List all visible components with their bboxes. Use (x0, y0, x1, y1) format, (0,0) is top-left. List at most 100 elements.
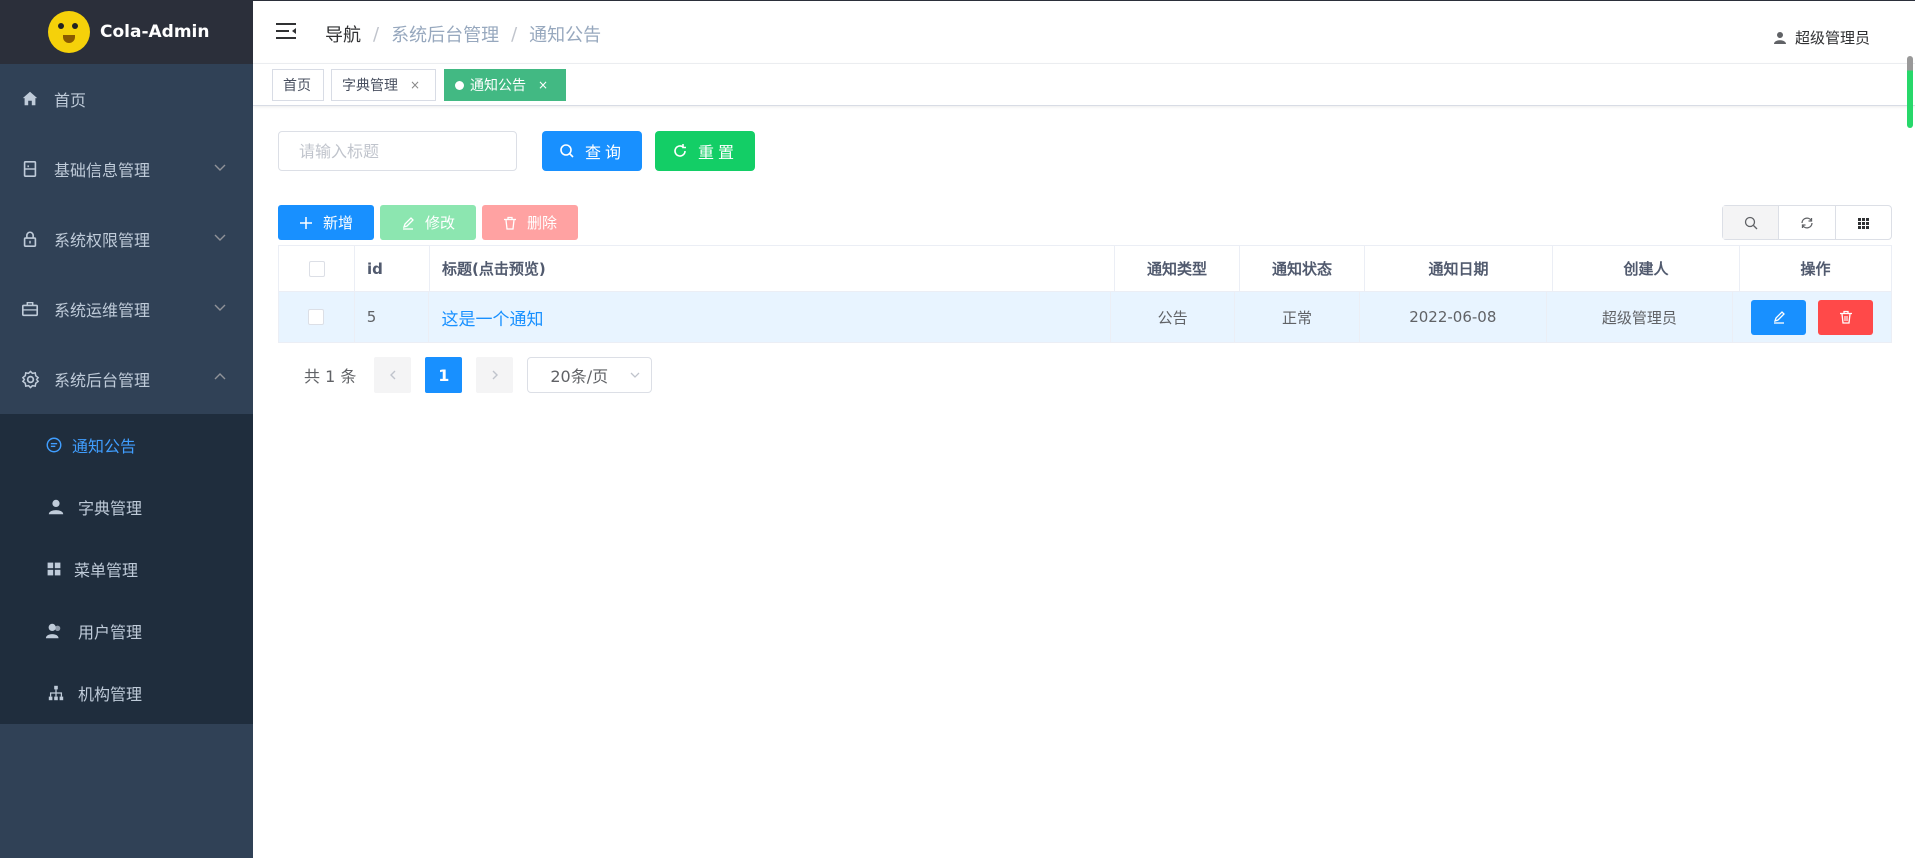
users-icon (44, 621, 64, 641)
user-menu[interactable]: 超级管理员 (1773, 27, 1870, 48)
table-row[interactable]: 5 这是一个通知 公告 正常 2022-06-08 超级管理员 (279, 292, 1891, 342)
pagination-total: 共 1 条 (304, 367, 357, 386)
sidebar-item-dict[interactable]: 字典管理 (0, 476, 253, 538)
header-status: 通知状态 (1240, 246, 1365, 291)
user-name: 超级管理员 (1794, 29, 1870, 47)
header-id: id (355, 246, 430, 291)
header-date: 通知日期 (1365, 246, 1553, 291)
sidebar-item-label: 系统后台管理 (54, 371, 151, 390)
refresh-table-button[interactable] (1779, 206, 1836, 239)
header-type: 通知类型 (1115, 246, 1240, 291)
chevron-up-icon (214, 373, 226, 380)
toggle-search-button[interactable] (1723, 206, 1780, 239)
menu-fold-icon[interactable] (275, 21, 297, 41)
sidebar-item-label: 系统运维管理 (54, 301, 151, 320)
chevron-down-icon (214, 304, 226, 311)
columns-button[interactable] (1836, 206, 1891, 239)
edit-icon (402, 216, 414, 230)
sidebar-item-backend[interactable]: 系统后台管理 (0, 344, 253, 414)
page-size-select[interactable]: 20条/页 (527, 357, 653, 393)
submenu-backend: 通知公告 字典管理 菜单管理 用户管理 机构管理 (0, 414, 253, 724)
search-icon (1744, 216, 1758, 229)
breadcrumb-item[interactable]: 系统后台管理 (391, 21, 499, 47)
cell-status: 正常 (1235, 292, 1360, 342)
breadcrumb: 导航 / 系统后台管理 / 通知公告 (325, 21, 601, 47)
delete-button[interactable]: 删除 (482, 205, 578, 240)
grid-icon (1858, 217, 1870, 229)
add-button[interactable]: 新增 (278, 205, 374, 240)
trash-icon (503, 216, 516, 230)
chevron-down-icon (214, 234, 226, 241)
row-checkbox[interactable] (308, 309, 325, 325)
header-checkbox-cell (279, 246, 355, 291)
close-icon[interactable]: × (410, 78, 420, 92)
header-ops: 操作 (1800, 260, 1831, 278)
brand[interactable]: Cola-Admin (0, 0, 253, 64)
search-icon (560, 144, 574, 158)
header-creator: 创建人 (1553, 246, 1740, 291)
row-edit-button[interactable] (1751, 299, 1806, 335)
plus-icon (299, 216, 312, 229)
breadcrumb-item[interactable]: 导航 (325, 21, 361, 47)
user-icon (1773, 31, 1786, 44)
sidebar-item-label: 基础信息管理 (54, 161, 151, 180)
tag-label: 字典管理 (342, 78, 398, 94)
reset-button[interactable]: 重置 (655, 131, 755, 171)
sidebar-item-label: 机构管理 (78, 685, 143, 704)
scrollbar-thumb[interactable] (1907, 56, 1913, 128)
refresh-icon (674, 144, 686, 157)
sidebar-item-label: 字典管理 (78, 499, 143, 518)
sidebar-item-permissions[interactable]: 系统权限管理 (0, 204, 253, 274)
brand-name: Cola-Admin (100, 22, 210, 42)
breadcrumb-separator: / (373, 23, 380, 45)
document-icon (20, 159, 40, 179)
row-delete-button[interactable] (1818, 299, 1873, 335)
gear-icon (20, 369, 40, 389)
reset-label: 重置 (697, 143, 738, 162)
tag-dict[interactable]: 字典管理 × (331, 69, 436, 101)
edit-button[interactable]: 修改 (380, 205, 476, 240)
sidebar-item-basic-info[interactable]: 基础信息管理 (0, 134, 253, 204)
tag-notice[interactable]: 通知公告 × (444, 69, 566, 101)
sidebar-item-label: 用户管理 (78, 623, 143, 642)
prev-page-button[interactable] (374, 357, 412, 393)
sidebar-item-menu[interactable]: 菜单管理 (0, 538, 253, 600)
query-button[interactable]: 查询 (542, 131, 642, 171)
trash-icon (1839, 310, 1852, 324)
breadcrumb-item: 通知公告 (529, 25, 602, 46)
sidebar-item-label: 通知公告 (72, 437, 137, 456)
sidebar-item-notice[interactable]: 通知公告 (0, 414, 253, 476)
sidebar-item-label: 首页 (54, 91, 87, 110)
select-all-checkbox[interactable] (308, 260, 325, 277)
user-icon (46, 497, 66, 517)
sidebar-item-label: 系统权限管理 (54, 231, 151, 250)
edit-label: 修改 (424, 214, 455, 232)
active-dot (455, 80, 464, 90)
delete-label: 删除 (526, 214, 557, 232)
title-search-input[interactable] (278, 131, 517, 171)
sidebar-item-org[interactable]: 机构管理 (0, 662, 253, 724)
table-header: id 标题(点击预览) 通知类型 通知状态 通知日期 创建人 操作 (279, 246, 1891, 292)
sidebar-item-home[interactable]: 首页 (0, 64, 253, 134)
tag-label: 通知公告 (470, 78, 526, 94)
cell-id: 5 (355, 292, 430, 342)
title-preview-link[interactable]: 这是一个通知 (441, 305, 543, 330)
page-size-value: 20条/页 (550, 367, 609, 386)
query-label: 查询 (584, 143, 625, 162)
next-page-button[interactable] (476, 357, 514, 393)
tag-label: 首页 (283, 78, 311, 94)
sidebar-item-users[interactable]: 用户管理 (0, 600, 253, 662)
cell-creator: 超级管理员 (1547, 292, 1733, 342)
sidebar: Cola-Admin 首页 基础信息管理 系统权限管理 系统运维管理 系统后台管… (0, 0, 253, 858)
topbar: 导航 / 系统后台管理 / 通知公告 超级管理员 (253, 0, 1915, 64)
cell-type: 公告 (1111, 292, 1236, 342)
close-icon[interactable]: × (538, 78, 548, 92)
page-number-button[interactable]: 1 (425, 357, 463, 393)
grid-icon (44, 559, 64, 579)
home-icon (20, 89, 40, 109)
cell-title: 这是一个通知 (429, 292, 1111, 342)
sidebar-item-ops[interactable]: 系统运维管理 (0, 274, 253, 344)
tag-home[interactable]: 首页 (272, 69, 324, 101)
chevron-left-icon (389, 370, 396, 380)
row-checkbox-cell (279, 292, 355, 342)
